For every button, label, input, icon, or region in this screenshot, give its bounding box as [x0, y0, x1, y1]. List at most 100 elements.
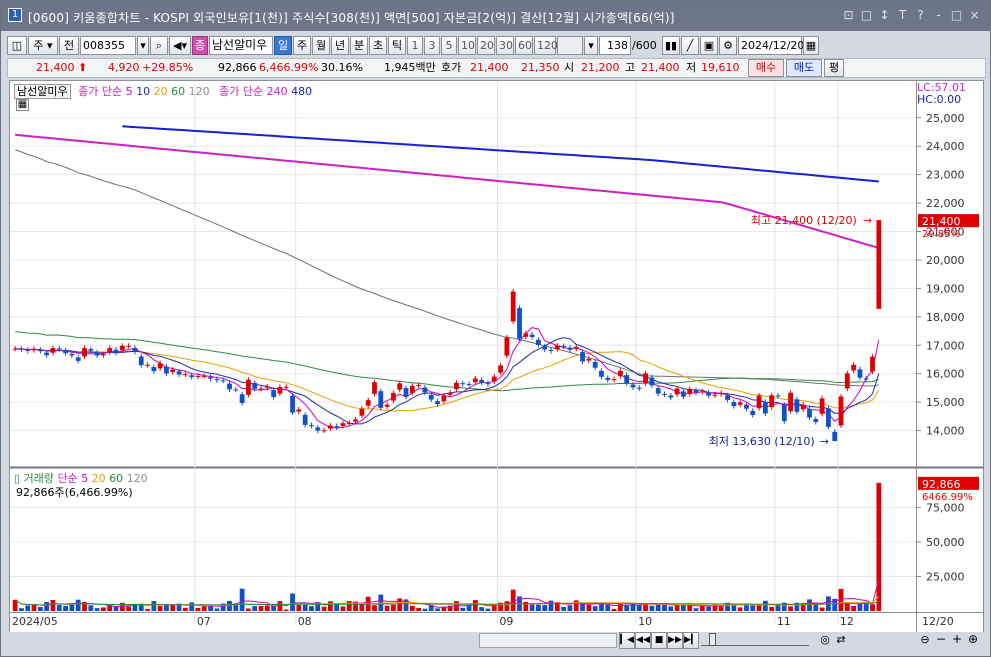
count-input[interactable]: 138	[599, 35, 631, 55]
period-year[interactable]: 년	[331, 35, 349, 55]
volume-bar	[586, 604, 592, 611]
period-tick[interactable]: 틱	[388, 35, 406, 55]
candle-body	[523, 333, 529, 337]
price-tick-label: 23,000	[926, 169, 965, 182]
settings-icon[interactable]: ⚙	[719, 35, 737, 55]
maximize-icon[interactable]: □	[949, 7, 964, 23]
volume-bar	[50, 599, 56, 611]
zoom-slider-thumb[interactable]	[709, 633, 716, 646]
date-label: 09	[499, 615, 513, 628]
candle-body	[794, 399, 800, 412]
pin-icon[interactable]: ↕	[877, 7, 892, 23]
sell-button[interactable]: 매도	[786, 59, 822, 77]
code-dropdown-icon[interactable]: ▾	[137, 35, 149, 55]
interval-dropdown-icon[interactable]: ▾	[584, 35, 598, 55]
custom-interval-input[interactable]	[557, 35, 583, 55]
period-day[interactable]: 일	[274, 35, 292, 55]
prev-button[interactable]: 전	[59, 35, 79, 55]
interval-1[interactable]: 1	[407, 35, 423, 55]
plus-icon[interactable]: +	[949, 632, 965, 649]
help-icon[interactable]: ?	[913, 7, 928, 23]
eval-button[interactable]: 평	[824, 59, 844, 77]
scroll-first-icon[interactable]: ▎◀	[619, 632, 635, 649]
candle-body	[107, 348, 113, 353]
zoom-out-icon[interactable]: ⊖	[917, 632, 933, 649]
interval-3[interactable]: 3	[424, 35, 440, 55]
app-icon: 1	[8, 8, 22, 22]
stock-code-input[interactable]: 008355	[80, 35, 136, 55]
volume-bar	[384, 605, 390, 611]
volume-bar	[529, 604, 535, 611]
interval-20[interactable]: 20	[477, 35, 495, 55]
period-week[interactable]: 주	[293, 35, 311, 55]
interval-5[interactable]: 5	[441, 35, 457, 55]
window-layout-icon[interactable]: □	[859, 7, 874, 23]
zoom-in-icon[interactable]: ⊕	[965, 632, 981, 649]
save-icon[interactable]: ▣	[700, 35, 718, 55]
last-volume-tag-text: 92,866	[922, 478, 961, 491]
price-tick-label: 22,000	[926, 197, 965, 210]
play-icon[interactable]: ▶▶	[667, 632, 683, 649]
date-input[interactable]: 2024/12/20	[738, 35, 804, 55]
zoom-slider[interactable]	[701, 633, 809, 646]
market-select[interactable]: 주 ▾	[28, 35, 58, 55]
candle-body	[101, 354, 106, 356]
period-month[interactable]: 월	[312, 35, 330, 55]
candle-body	[353, 419, 358, 422]
buy-button[interactable]: 매수	[748, 59, 784, 77]
volume-bar	[75, 599, 81, 611]
interval-60[interactable]: 60	[515, 35, 533, 55]
volume-bar	[819, 607, 825, 611]
candle-body	[31, 348, 37, 351]
quote-bar: 21,400 ⬆ 4,920 +29.85% 92,866 6,466.99% …	[7, 58, 986, 78]
chart-tools-icon[interactable]: ◫	[7, 35, 27, 55]
volume-bar	[88, 605, 94, 611]
calendar-icon[interactable]: ▦	[803, 35, 819, 55]
scroll-last-icon[interactable]: ▶▎	[683, 632, 699, 649]
indicator-icon[interactable]: ▮▮	[662, 35, 680, 55]
candle-body	[126, 345, 132, 347]
minus-icon[interactable]: −	[933, 632, 949, 649]
candle-body	[88, 348, 94, 351]
zoom-icon[interactable]: ◎	[817, 632, 833, 649]
volume-bar	[214, 608, 220, 611]
chart-window: 1 [0600] 키움종합차트 - KOSPI 외국인보유[1(천)] 주식수[…	[0, 0, 991, 657]
candle-body	[510, 291, 516, 322]
period-second[interactable]: 초	[369, 35, 387, 55]
volume-bar	[876, 482, 882, 611]
volume-bar	[460, 607, 466, 611]
candle-body	[567, 347, 573, 350]
candle-body	[283, 386, 289, 388]
interval-120[interactable]: 120	[534, 35, 558, 55]
candle-body	[605, 377, 611, 380]
grid-toggle-icon[interactable]: ▦	[16, 99, 29, 111]
stop-icon[interactable]: ■	[651, 632, 667, 649]
legend-ma60: 60	[171, 85, 186, 98]
title-bar[interactable]: 1 [0600] 키움종합차트 - KOSPI 외국인보유[1(천)] 주식수[…	[1, 1, 990, 31]
last-price-tag-text: 21,400	[922, 215, 961, 228]
line-tool-icon[interactable]: ╱	[681, 35, 699, 55]
jong-badge[interactable]: 종	[192, 35, 208, 55]
scroll-rewind-icon[interactable]: ◀◀	[635, 632, 651, 649]
text-icon[interactable]: T	[895, 7, 910, 23]
volume-bar	[94, 608, 100, 611]
fit-icon[interactable]: ⇄	[833, 632, 849, 649]
candle-body	[327, 425, 333, 429]
volume-bar	[258, 605, 264, 611]
candle-body	[138, 356, 144, 366]
volume-bar	[145, 609, 150, 611]
chart-area[interactable]: 25,000 24,000 23,000 22,000 21,000 20,000 19,0…	[9, 80, 984, 633]
link-window-icon[interactable]: ⊡	[841, 7, 856, 23]
search-icon[interactable]: ⌕	[150, 35, 168, 55]
period-minute[interactable]: 분	[350, 35, 368, 55]
chart-svg[interactable]: 25,00024,00023,00022,00021,00020,00019,0…	[10, 81, 983, 632]
close-icon[interactable]: ×	[967, 7, 982, 23]
legend-stock-name[interactable]: 남선알미우	[14, 84, 71, 99]
candle-body	[19, 348, 24, 350]
minimize-icon[interactable]: -	[931, 7, 946, 23]
candle-body	[164, 366, 169, 374]
scroll-track[interactable]	[479, 633, 617, 648]
sound-icon[interactable]: ◀▾	[169, 35, 191, 55]
interval-30[interactable]: 30	[496, 35, 514, 55]
interval-10[interactable]: 10	[458, 35, 476, 55]
